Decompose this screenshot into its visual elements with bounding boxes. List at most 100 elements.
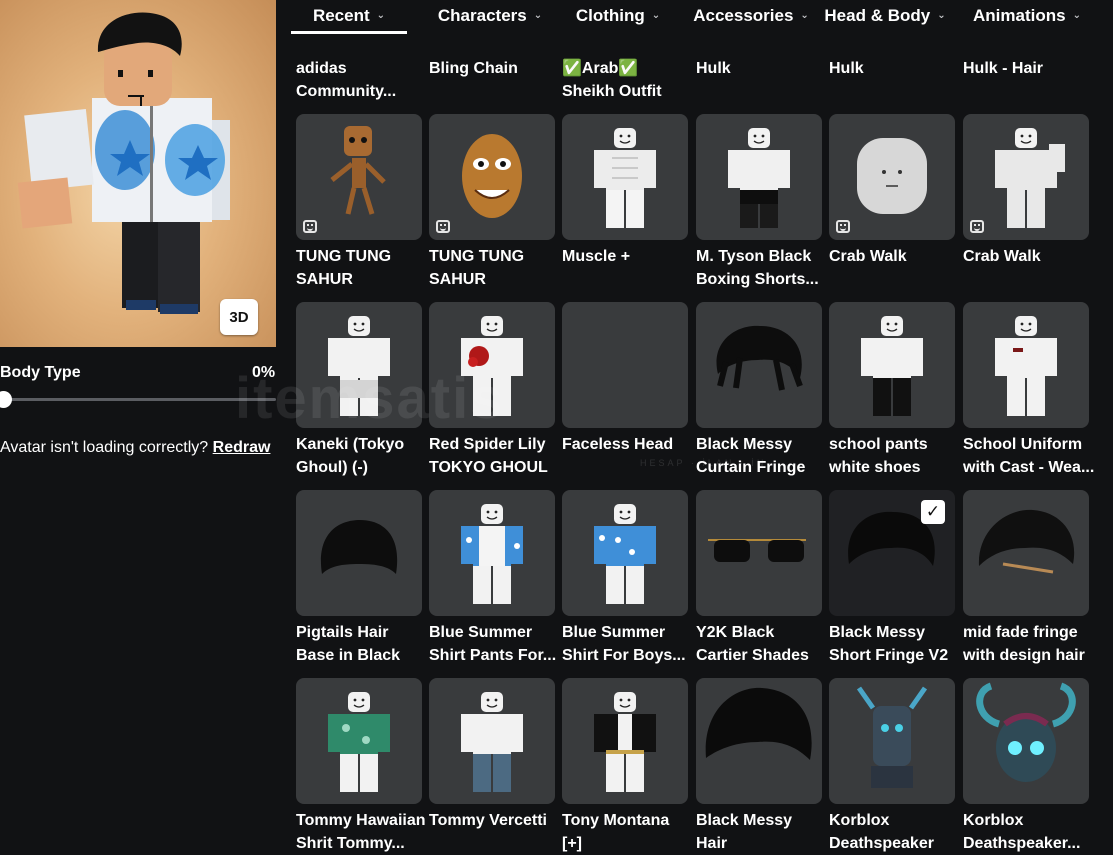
item-name-line: Shrit Tommy... (296, 835, 405, 852)
item-name: Y2K Black Cartier Shades (696, 621, 828, 667)
item-name-line: TUNG TUNG (296, 248, 392, 265)
tab-label: Characters (437, 5, 527, 25)
item-name-line: Deathspeaker... (963, 835, 1081, 852)
item-name-line: SAHUR (296, 271, 353, 288)
item-name-line: Red Spider Lily (429, 436, 546, 453)
item-thumbnail[interactable] (696, 678, 822, 804)
item-name-line: Korblox (829, 812, 890, 829)
item-name: Bling Chain (429, 57, 561, 103)
tab-label: Clothing (575, 5, 645, 25)
item-name-line: Short Fringe V2 (829, 647, 949, 664)
item-name-line: Deathspeaker (829, 835, 934, 852)
chevron-down-icon: ⌄ (376, 10, 386, 21)
body-type-label: Body Type (0, 364, 81, 381)
item-name: Tony Montana [+] (562, 809, 694, 855)
tab-label: Head & Body (824, 5, 931, 25)
item-thumbnail[interactable] (429, 302, 555, 428)
item-name: Kaneki (Tokyo Ghoul) (-) (296, 433, 428, 479)
item-name-line: Tommy Hawaiian (296, 812, 426, 829)
item-name-line: Curtain Fringe (696, 459, 806, 476)
body-type-slider-thumb[interactable] (0, 391, 12, 408)
item-thumbnail[interactable] (296, 678, 422, 804)
item-name: School Uniform with Cast - Wea... (963, 433, 1095, 479)
tab-clothing[interactable]: Clothing ⌄ (566, 0, 670, 31)
body-type-value: 0% (252, 364, 276, 381)
item-thumbnail[interactable] (963, 490, 1089, 616)
item-name: Tommy Hawaiian Shrit Tommy... (296, 809, 428, 855)
item-name: Muscle + (562, 245, 694, 291)
item-name-line: Y2K Black (696, 624, 775, 641)
item-thumbnail[interactable] (696, 490, 822, 616)
item-thumbnail[interactable] (296, 490, 422, 616)
item-thumbnail[interactable] (696, 302, 822, 428)
item-name-line: with design hair (963, 647, 1085, 664)
item-name-line: Ghoul) (-) (296, 459, 368, 476)
item-name-line: [+] (562, 835, 582, 852)
item-name: mid fade fringe with design hair (963, 621, 1095, 667)
tab-accessories[interactable]: Accessories ⌄ (693, 0, 809, 31)
tab-label: Recent (312, 5, 370, 25)
tab-head-body[interactable]: Head & Body ⌄ (824, 0, 945, 31)
item-name: TUNG TUNG SAHUR (429, 245, 561, 291)
item-name-line: Shirt Pants For... (429, 647, 557, 664)
item-name: Faceless Head (562, 433, 694, 479)
item-name-line: Community... (296, 83, 397, 100)
item-name-line: Blue Summer (562, 624, 666, 641)
item-name-line: Shirt For Boys... (562, 647, 686, 664)
item-thumbnail[interactable] (429, 490, 555, 616)
item-name-line: with Cast - Wea... (963, 459, 1095, 476)
item-name: Blue Summer Shirt Pants For... (429, 621, 561, 667)
item-name-line: Sheikh Outfit (562, 83, 662, 100)
item-thumbnail[interactable] (562, 490, 688, 616)
item-thumbnail[interactable] (429, 114, 555, 240)
item-name: Korblox Deathspeaker (829, 809, 961, 855)
item-name: Black Messy Curtain Fringe (696, 433, 828, 479)
item-name: adidas Community... (296, 57, 428, 103)
chevron-down-icon: ⌄ (1072, 10, 1081, 21)
redraw-link[interactable]: Redraw (213, 439, 271, 456)
tab-characters[interactable]: Characters ⌄ (430, 0, 550, 31)
item-name: Korblox Deathspeaker... (963, 809, 1095, 855)
item-name-line: Hulk (829, 60, 864, 77)
item-name-line: SAHUR (429, 271, 486, 288)
item-thumbnail[interactable] (829, 678, 955, 804)
tab-label: Animations (973, 5, 1066, 25)
item-name-line: Korblox (963, 812, 1024, 829)
item-name: Red Spider Lily TOKYO GHOUL (429, 433, 561, 479)
item-thumbnail[interactable] (562, 114, 688, 240)
item-thumbnail[interactable] (696, 114, 822, 240)
item-name-line: Pigtails Hair (296, 624, 389, 641)
chevron-down-icon: ⌄ (533, 10, 543, 21)
item-thumbnail[interactable]: ✓ (829, 490, 955, 616)
avatar-preview[interactable]: 3D (0, 0, 276, 347)
item-thumbnail[interactable] (963, 114, 1089, 240)
item-thumbnail[interactable] (562, 302, 688, 428)
item-name-line: Base in Black (296, 647, 401, 664)
tab-animations[interactable]: Animations ⌄ (966, 0, 1088, 31)
item-thumbnail[interactable] (963, 302, 1089, 428)
item-thumbnail[interactable] (829, 114, 955, 240)
item-thumbnail[interactable] (296, 302, 422, 428)
item-name-line: Crab Walk (829, 248, 907, 265)
item-name-line: Crab Walk (963, 248, 1041, 265)
item-name-line: Bling Chain (429, 60, 518, 77)
item-name: school pants white shoes (829, 433, 961, 479)
item-thumbnail[interactable] (562, 678, 688, 804)
bundle-icon (836, 220, 850, 233)
tab-label: Accessories (693, 5, 794, 25)
avatar-figure (17, 12, 230, 314)
item-name-line: white shoes (829, 459, 921, 476)
body-type-slider-track[interactable] (4, 398, 276, 401)
item-name-line: TOKYO GHOUL (429, 459, 548, 476)
item-thumbnail[interactable] (296, 114, 422, 240)
item-name-line: Black Messy (829, 624, 926, 641)
item-thumbnail[interactable] (829, 302, 955, 428)
item-name-line: school pants (829, 436, 928, 453)
item-thumbnail[interactable] (963, 678, 1089, 804)
item-name-line: Muscle + (562, 248, 631, 265)
item-name: Black Messy Hair (696, 809, 828, 855)
item-thumbnail[interactable] (429, 678, 555, 804)
tab-recent[interactable]: Recent ⌄ (291, 0, 407, 34)
item-name: Crab Walk (829, 245, 961, 291)
view-3d-button[interactable]: 3D (220, 299, 258, 335)
